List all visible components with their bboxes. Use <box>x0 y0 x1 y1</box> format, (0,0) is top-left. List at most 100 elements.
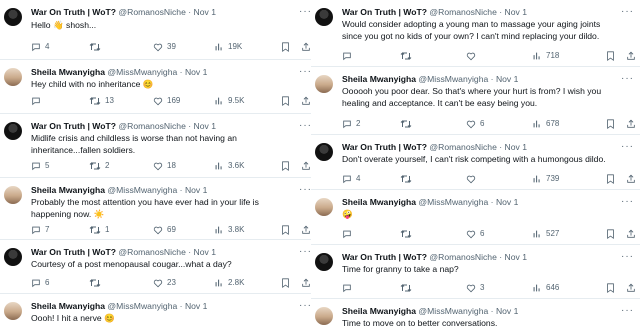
like-button[interactable]: 69 <box>153 224 176 236</box>
like-button[interactable] <box>466 173 476 185</box>
avatar[interactable] <box>4 122 22 140</box>
author-handle[interactable]: @MissMwanyigha <box>107 185 177 195</box>
author-handle[interactable]: @RomanosNiche <box>118 7 185 17</box>
tweet[interactable]: War On Truth | WoT? @RomanosNiche · Nov … <box>0 246 318 292</box>
author-handle[interactable]: @RomanosNiche <box>429 7 496 17</box>
repost-button[interactable]: 2 <box>89 160 109 172</box>
share-button[interactable] <box>626 118 636 130</box>
repost-button[interactable] <box>400 173 412 185</box>
tweet-date[interactable]: Nov 1 <box>496 197 518 207</box>
reply-button[interactable] <box>342 228 352 240</box>
bookmark-button[interactable] <box>606 228 615 240</box>
like-button[interactable] <box>466 50 476 62</box>
author-handle[interactable]: @MissMwanyigha <box>107 67 177 77</box>
views-button[interactable]: 527 <box>532 228 559 240</box>
reply-button[interactable]: 6 <box>31 277 49 289</box>
tweet-date[interactable]: Nov 1 <box>194 7 216 17</box>
tweet[interactable]: War On Truth | WoT? @RomanosNiche · Nov … <box>0 6 318 60</box>
tweet[interactable]: War On Truth | WoT? @RomanosNiche · Nov … <box>0 120 318 178</box>
tweet[interactable]: Sheila Mwanyigha @MissMwanyigha · Nov 1 … <box>311 305 640 333</box>
more-options-icon[interactable]: ··· <box>621 6 634 17</box>
bookmark-button[interactable] <box>606 50 615 62</box>
tweet[interactable]: Sheila Mwanyigha @MissMwanyigha · Nov 1 … <box>0 66 318 114</box>
bookmark-button[interactable] <box>281 277 290 289</box>
avatar[interactable] <box>315 8 333 26</box>
author-name[interactable]: War On Truth | WoT? <box>342 7 427 17</box>
like-button[interactable]: 39 <box>153 41 176 53</box>
views-button[interactable]: 646 <box>532 282 559 294</box>
avatar[interactable] <box>4 302 22 320</box>
author-handle[interactable]: @RomanosNiche <box>429 142 496 152</box>
author-name[interactable]: War On Truth | WoT? <box>342 252 427 262</box>
bookmark-button[interactable] <box>281 41 290 53</box>
tweet[interactable]: Sheila Mwanyigha @MissMwanyigha · Nov 1 … <box>311 196 640 244</box>
tweet[interactable]: War On Truth | WoT? @RomanosNiche · Nov … <box>311 251 640 297</box>
like-button[interactable]: 3 <box>466 282 484 294</box>
views-button[interactable]: 3.8K <box>214 224 244 236</box>
avatar[interactable] <box>315 253 333 271</box>
views-button[interactable]: 3.6K <box>214 160 244 172</box>
tweet-date[interactable]: Nov 1 <box>185 301 207 311</box>
repost-button[interactable]: 1 <box>89 224 109 236</box>
bookmark-button[interactable] <box>281 224 290 236</box>
author-name[interactable]: Sheila Mwanyigha <box>342 306 416 316</box>
author-name[interactable]: War On Truth | WoT? <box>342 142 427 152</box>
author-name[interactable]: Sheila Mwanyigha <box>342 74 416 84</box>
bookmark-button[interactable] <box>281 95 290 107</box>
more-options-icon[interactable]: ··· <box>621 141 634 152</box>
avatar[interactable] <box>315 143 333 161</box>
tweet-date[interactable]: Nov 1 <box>194 247 216 257</box>
tweet-date[interactable]: Nov 1 <box>505 142 527 152</box>
like-button[interactable]: 6 <box>466 228 484 240</box>
share-button[interactable] <box>301 277 311 289</box>
more-options-icon[interactable]: ··· <box>621 196 634 207</box>
tweet-date[interactable]: Nov 1 <box>505 7 527 17</box>
author-handle[interactable]: @MissMwanyigha <box>418 306 488 316</box>
reply-button[interactable]: 4 <box>342 173 360 185</box>
tweet-date[interactable]: Nov 1 <box>185 67 207 77</box>
author-name[interactable]: Sheila Mwanyigha <box>31 301 105 311</box>
avatar[interactable] <box>4 8 22 26</box>
views-button[interactable]: 9.5K <box>214 95 244 107</box>
more-options-icon[interactable]: ··· <box>621 251 634 262</box>
reply-button[interactable] <box>31 95 41 107</box>
reply-button[interactable] <box>342 50 352 62</box>
avatar[interactable] <box>4 248 22 266</box>
like-button[interactable]: 18 <box>153 160 176 172</box>
reply-button[interactable]: 5 <box>31 160 49 172</box>
views-button[interactable]: 19K <box>214 41 242 53</box>
author-name[interactable]: Sheila Mwanyigha <box>31 185 105 195</box>
bookmark-button[interactable] <box>281 160 290 172</box>
reply-button[interactable] <box>342 282 352 294</box>
like-button[interactable]: 6 <box>466 118 484 130</box>
tweet[interactable]: Sheila Mwanyigha @MissMwanyigha · Nov 1 … <box>311 73 640 133</box>
views-button[interactable]: 718 <box>532 50 559 62</box>
repost-button[interactable] <box>400 282 412 294</box>
author-handle[interactable]: @MissMwanyigha <box>107 301 177 311</box>
tweet[interactable]: War On Truth | WoT? @RomanosNiche · Nov … <box>311 141 640 189</box>
tweet[interactable]: Sheila Mwanyigha @MissMwanyigha · Nov 1 … <box>0 184 318 239</box>
bookmark-button[interactable] <box>606 118 615 130</box>
repost-button[interactable] <box>400 118 412 130</box>
tweet-date[interactable]: Nov 1 <box>496 306 518 316</box>
share-button[interactable] <box>626 50 636 62</box>
author-name[interactable]: War On Truth | WoT? <box>31 7 116 17</box>
reply-button[interactable]: 7 <box>31 224 49 236</box>
more-options-icon[interactable]: ··· <box>621 305 634 316</box>
repost-button[interactable] <box>89 277 101 289</box>
tweet-date[interactable]: Nov 1 <box>194 121 216 131</box>
author-handle[interactable]: @RomanosNiche <box>118 121 185 131</box>
share-button[interactable] <box>626 282 636 294</box>
author-handle[interactable]: @RomanosNiche <box>118 247 185 257</box>
reply-button[interactable]: 2 <box>342 118 360 130</box>
views-button[interactable]: 739 <box>532 173 559 185</box>
author-name[interactable]: Sheila Mwanyigha <box>31 67 105 77</box>
repost-button[interactable]: 13 <box>89 95 114 107</box>
tweet-date[interactable]: Nov 1 <box>505 252 527 262</box>
like-button[interactable]: 169 <box>153 95 180 107</box>
tweet-date[interactable]: Nov 1 <box>185 185 207 195</box>
share-button[interactable] <box>301 160 311 172</box>
views-button[interactable]: 678 <box>532 118 559 130</box>
share-button[interactable] <box>626 173 636 185</box>
tweet[interactable]: Sheila Mwanyigha @MissMwanyigha · Nov 1 … <box>0 300 318 333</box>
